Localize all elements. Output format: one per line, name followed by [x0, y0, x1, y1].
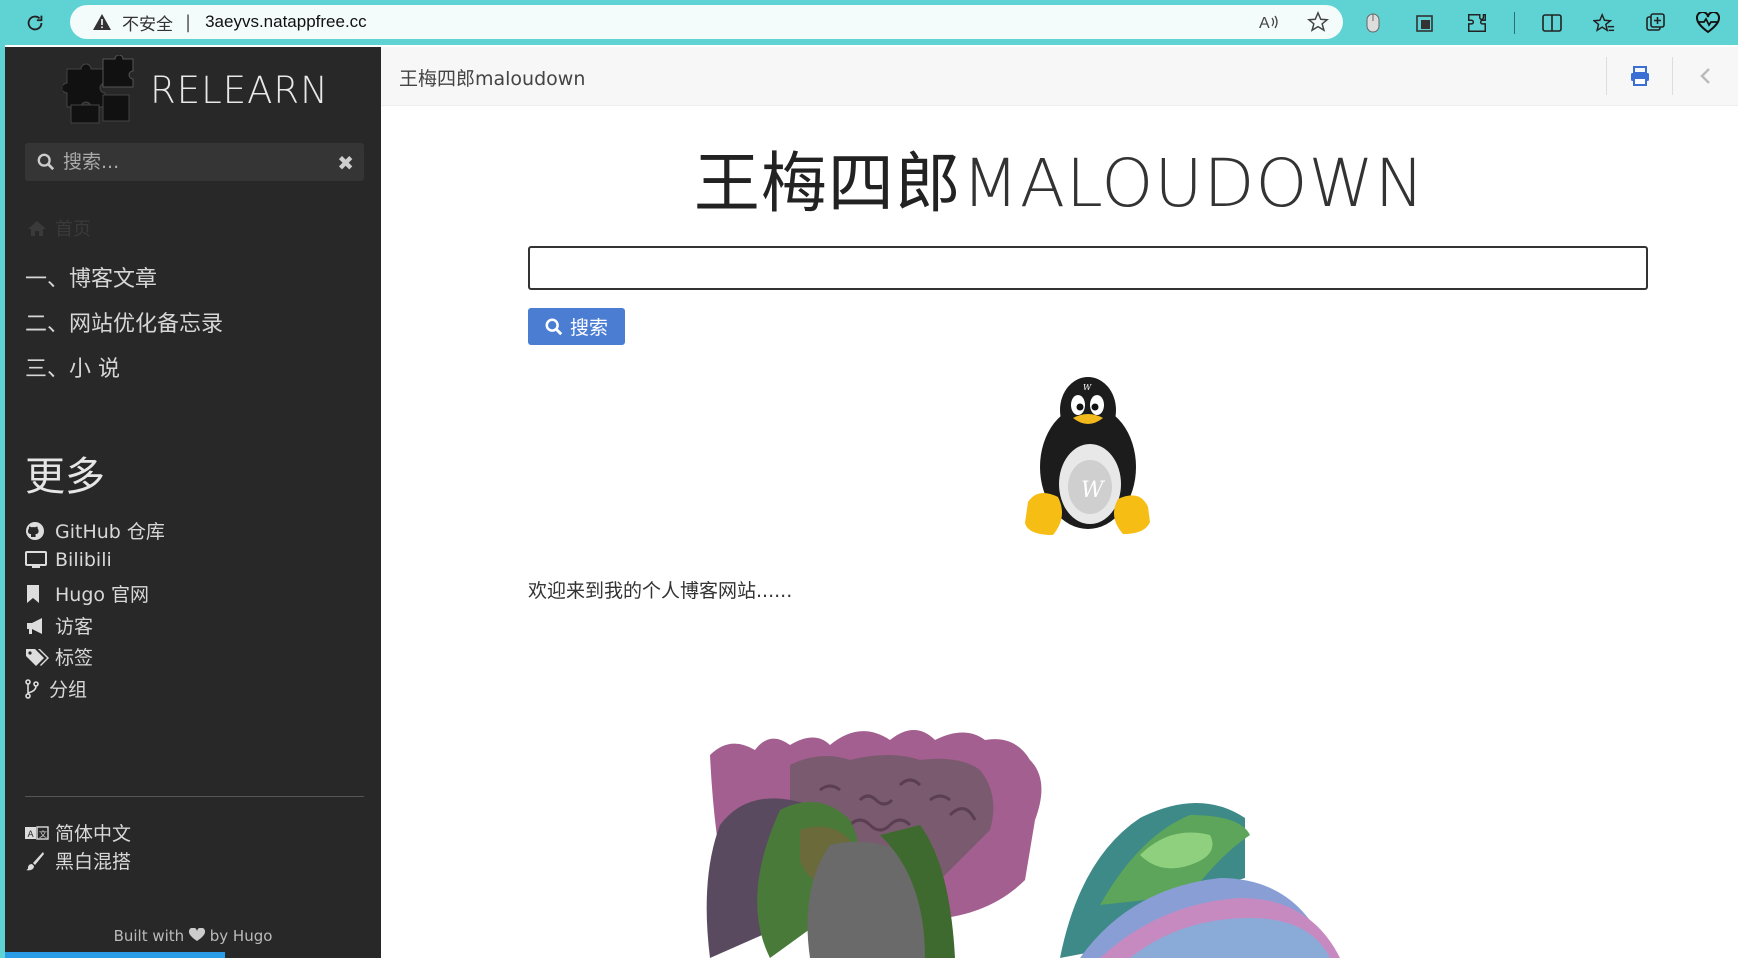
more-link-groups[interactable]: 分组	[25, 675, 87, 702]
collections-icon[interactable]	[1410, 8, 1440, 38]
page-title-latin: MALOUDOWN	[961, 145, 1426, 222]
url-text[interactable]: 3aeyvs.natappfree.cc	[205, 12, 367, 32]
tags-icon	[25, 646, 49, 668]
content-topbar: 王梅四郎maloudown	[381, 47, 1738, 106]
sidebar-item-novels[interactable]: 三、小 说	[25, 351, 120, 383]
insecure-label[interactable]: 不安全	[122, 10, 173, 35]
mouse-extension-icon[interactable]	[1358, 8, 1388, 38]
read-aloud-icon[interactable]: A	[1259, 12, 1281, 36]
bookmark-icon	[25, 583, 49, 605]
performance-heart-icon[interactable]	[1693, 8, 1723, 38]
home-icon	[28, 221, 46, 236]
home-label: 首页	[55, 219, 91, 240]
home-link[interactable]: 首页	[27, 215, 91, 241]
branch-icon	[25, 678, 43, 700]
more-link-visitors[interactable]: 访客	[25, 612, 93, 639]
toolbar-divider	[1514, 12, 1515, 34]
monitor-icon	[25, 549, 49, 571]
page-title-chinese: 王梅四郎	[693, 145, 962, 222]
svg-text:W: W	[1081, 478, 1106, 503]
scroll-progress-bar	[5, 952, 225, 958]
sidebar: RELEARN ✖ 首页 一、博客文章 二、网站优化备忘录 三、小 说 更多 G…	[5, 47, 381, 958]
language-switcher[interactable]: A文 简体中文	[25, 819, 131, 846]
sidebar-divider	[25, 796, 364, 797]
puzzle-logo-icon	[63, 55, 134, 124]
footer-built-with: Built with	[113, 927, 185, 945]
megaphone-icon	[25, 615, 49, 637]
language-label: 简体中文	[55, 823, 132, 845]
tux-penguin-image: W W	[1023, 372, 1153, 544]
chevron-left-icon	[1699, 68, 1710, 84]
browser-toolbar: 不安全 | 3aeyvs.natappfree.cc A	[0, 0, 1738, 45]
reload-icon[interactable]	[20, 8, 50, 38]
add-collection-icon[interactable]	[1641, 8, 1671, 38]
more-link-label: 标签	[55, 647, 94, 669]
sidebar-item-site-notes[interactable]: 二、网站优化备忘录	[25, 306, 223, 338]
svg-text:文: 文	[39, 829, 47, 839]
url-separator: |	[185, 11, 192, 33]
sidebar-search: ✖	[25, 143, 364, 181]
more-link-github[interactable]: GitHub 仓库	[25, 517, 165, 544]
language-icon: A文	[25, 822, 49, 844]
sidebar-footer: Built with by Hugo	[5, 927, 381, 945]
search-icon	[37, 153, 55, 171]
paintbrush-icon	[25, 850, 49, 872]
more-link-tags[interactable]: 标签	[25, 643, 93, 670]
extensions-icon[interactable]	[1462, 8, 1492, 38]
more-link-label: GitHub 仓库	[55, 521, 165, 543]
favorites-icon[interactable]	[1589, 8, 1619, 38]
search-icon	[545, 318, 563, 335]
footer-by-hugo: by Hugo	[209, 927, 273, 945]
more-heading: 更多	[25, 454, 105, 500]
search-button[interactable]: 搜索	[528, 308, 625, 345]
sidebar-search-input[interactable]	[63, 151, 323, 173]
abstract-illustration	[700, 715, 1440, 962]
search-button-label: 搜索	[569, 317, 608, 339]
favorite-star-icon[interactable]	[1306, 10, 1330, 37]
close-icon[interactable]: ✖	[337, 151, 354, 175]
site-logo[interactable]: RELEARN	[63, 55, 329, 125]
more-link-label: Hugo 官网	[55, 584, 150, 606]
more-link-label: Bilibili	[55, 549, 112, 571]
svg-text:A: A	[28, 830, 35, 840]
main-search-input[interactable]	[528, 246, 1648, 290]
more-link-bilibili[interactable]: Bilibili	[25, 549, 112, 571]
address-bar[interactable]: 不安全 | 3aeyvs.natappfree.cc A	[70, 5, 1343, 39]
logo-text: RELEARN	[150, 68, 329, 112]
breadcrumb[interactable]: 王梅四郎maloudown	[399, 64, 585, 91]
more-link-label: 访客	[55, 616, 94, 638]
print-icon	[1630, 66, 1649, 86]
heart-icon	[188, 927, 205, 941]
print-button[interactable]	[1606, 57, 1672, 95]
sidebar-item-blog[interactable]: 一、博客文章	[25, 261, 157, 293]
more-link-label: 分组	[49, 679, 88, 701]
page-title: 王梅四郎MALOUDOWN	[381, 130, 1738, 226]
theme-switcher[interactable]: 黑白混搭	[25, 847, 131, 874]
split-screen-icon[interactable]	[1537, 8, 1567, 38]
svg-text:A: A	[1259, 15, 1270, 32]
svg-text:W: W	[1083, 383, 1092, 392]
theme-label: 黑白混搭	[55, 851, 132, 873]
more-link-hugo[interactable]: Hugo 官网	[25, 580, 149, 607]
github-icon	[25, 520, 49, 542]
warning-icon	[92, 12, 114, 32]
prev-page-button[interactable]	[1672, 57, 1738, 95]
welcome-text: 欢迎来到我的个人博客网站......	[528, 580, 793, 602]
